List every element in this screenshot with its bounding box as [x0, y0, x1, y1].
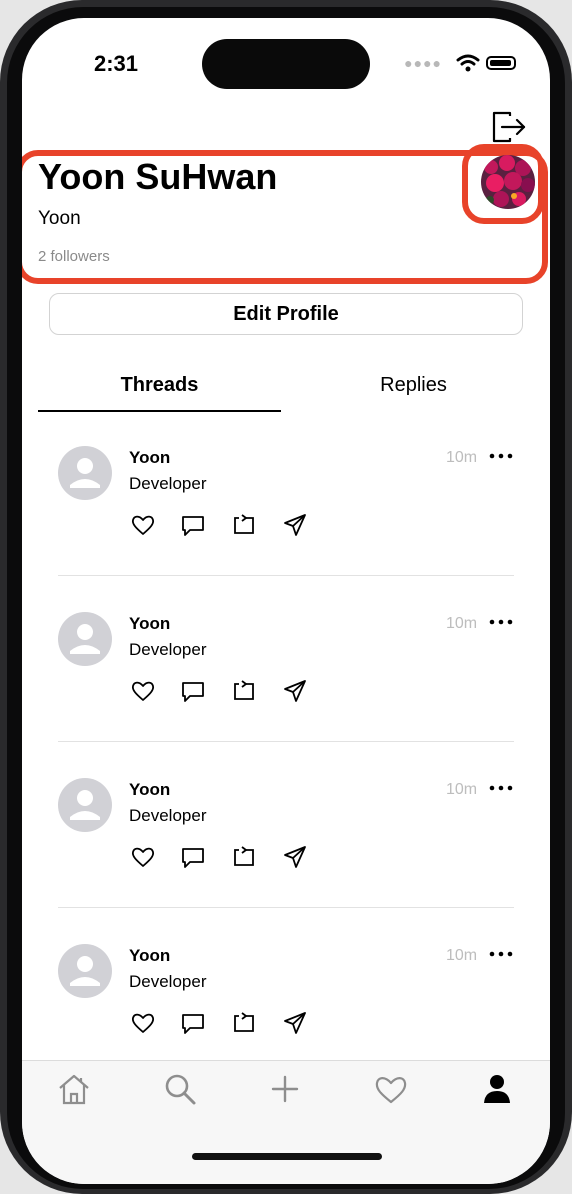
bottom-tab-bar [22, 1060, 550, 1184]
signal-dots-icon: ●●●● [404, 55, 442, 71]
more-icon[interactable] [488, 779, 514, 797]
thread-username[interactable]: Yoon [129, 946, 170, 966]
profile-username: Yoon [38, 208, 81, 229]
more-icon[interactable] [488, 613, 514, 631]
thread-username[interactable]: Yoon [129, 780, 170, 800]
more-icon[interactable] [488, 945, 514, 963]
thread-row[interactable]: Yoon Developer 10m [58, 602, 514, 768]
heart-icon[interactable] [130, 512, 156, 538]
thread-row[interactable]: Yoon Developer 10m [58, 436, 514, 602]
dynamic-island [202, 39, 370, 89]
flower-photo-icon [481, 155, 535, 209]
thread-text: Developer [129, 474, 207, 493]
avatar[interactable] [58, 612, 112, 666]
person-placeholder-icon [70, 956, 100, 986]
thread-divider [58, 575, 514, 576]
heart-icon[interactable] [373, 1071, 409, 1107]
repost-icon[interactable] [231, 512, 257, 538]
status-icons: ●●●● [404, 54, 516, 72]
repost-icon[interactable] [231, 844, 257, 870]
person-icon[interactable] [479, 1071, 515, 1107]
profile-avatar[interactable] [481, 155, 535, 209]
person-placeholder-icon [70, 458, 100, 488]
plus-icon[interactable] [267, 1071, 303, 1107]
status-time: 2:31 [94, 51, 139, 76]
tab-selected-indicator [38, 410, 281, 412]
heart-icon[interactable] [130, 1010, 156, 1036]
send-icon[interactable] [282, 844, 308, 870]
home-indicator[interactable] [192, 1153, 382, 1160]
thread-row[interactable]: Yoon Developer 10m [58, 768, 514, 934]
comment-icon[interactable] [180, 844, 206, 870]
heart-icon[interactable] [130, 678, 156, 704]
search-icon[interactable] [162, 1071, 198, 1107]
person-placeholder-icon [70, 624, 100, 654]
comment-icon[interactable] [180, 678, 206, 704]
person-placeholder-icon [70, 790, 100, 820]
thread-text: Developer [129, 640, 207, 659]
send-icon[interactable] [282, 1010, 308, 1036]
profile-full-name: Yoon SuHwan [38, 156, 278, 197]
thread-time: 10m [446, 615, 478, 632]
more-icon[interactable] [488, 447, 514, 465]
thread-time: 10m [446, 449, 478, 466]
logout-icon[interactable] [490, 110, 528, 144]
thread-divider [58, 741, 514, 742]
avatar[interactable] [58, 446, 112, 500]
send-icon[interactable] [282, 678, 308, 704]
thread-divider [58, 907, 514, 908]
thread-text: Developer [129, 972, 207, 991]
comment-icon[interactable] [180, 1010, 206, 1036]
followers-count[interactable]: 2 followers [38, 248, 110, 265]
comment-icon[interactable] [180, 512, 206, 538]
heart-icon[interactable] [130, 844, 156, 870]
send-icon[interactable] [282, 512, 308, 538]
tab-replies[interactable]: Replies [292, 374, 535, 397]
thread-time: 10m [446, 947, 478, 964]
thread-time: 10m [446, 781, 478, 798]
tab-threads[interactable]: Threads [38, 374, 281, 397]
thread-username[interactable]: Yoon [129, 448, 170, 468]
avatar[interactable] [58, 778, 112, 832]
wifi-icon [456, 54, 480, 72]
battery-icon [486, 56, 516, 70]
repost-icon[interactable] [231, 678, 257, 704]
home-icon[interactable] [56, 1071, 92, 1107]
avatar[interactable] [58, 944, 112, 998]
thread-username[interactable]: Yoon [129, 614, 170, 634]
edit-profile-button[interactable]: Edit Profile [49, 293, 523, 335]
phone-screen: 2:31 ●●●● Yoon SuHwan Yoon 2 followers E… [22, 18, 550, 1184]
thread-text: Developer [129, 806, 207, 825]
repost-icon[interactable] [231, 1010, 257, 1036]
